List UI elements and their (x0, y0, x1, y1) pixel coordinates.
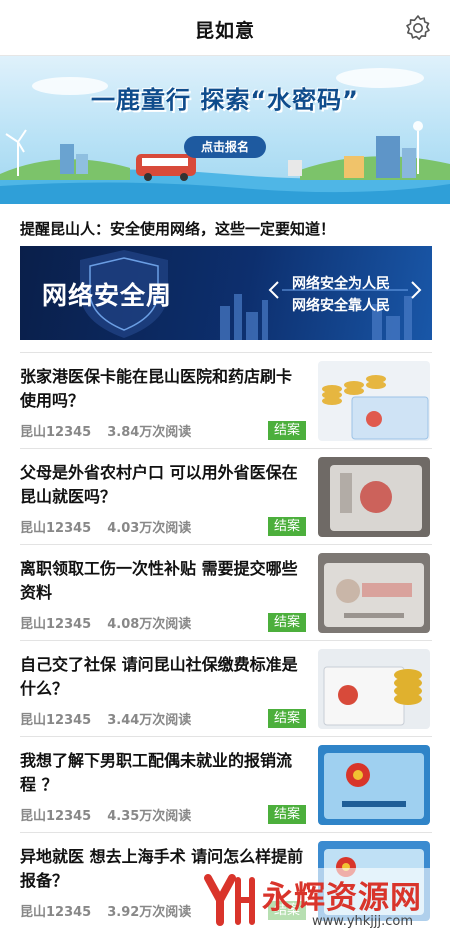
article-views: 4.35万次阅读 (107, 809, 192, 824)
article-item[interactable]: 我想了解下男职工配偶未就业的报销流程 ？ 昆山12345 4.35万次阅读 结案 (20, 736, 432, 832)
app-header: 昆如意 (0, 0, 450, 56)
notice-title[interactable]: 提醒昆山人：安全使用网络，这些一定要知道！ (20, 218, 440, 239)
article-thumbnail (318, 745, 430, 825)
cyber-banner-title: 网络安全周 (42, 281, 173, 310)
article-thumbnail (318, 649, 430, 729)
article-views: 4.03万次阅读 (107, 521, 192, 536)
article-source: 昆山12345 (20, 905, 92, 920)
status-badge: 结案 (268, 421, 306, 440)
signup-button[interactable]: 点击报名 (184, 136, 266, 158)
status-badge: 结案 (268, 613, 306, 632)
article-views: 3.84万次阅读 (107, 425, 192, 440)
article-thumbnail (318, 553, 430, 633)
watermark-url: www.yhkjjj.com (312, 914, 414, 929)
article-thumbnail (318, 457, 430, 537)
article-meta: 昆山12345 4.03万次阅读 (20, 517, 207, 536)
article-title: 我想了解下男职工配偶未就业的报销流程 ？ (20, 751, 293, 794)
article-item[interactable]: 父母是外省农村户口 可以用外省医保在昆山就医吗？ 昆山12345 4.03万次阅读… (20, 448, 432, 544)
watermark: 永辉资源网 www.yhkjjj.com (200, 868, 450, 936)
gear-icon[interactable] (404, 14, 432, 42)
article-item[interactable]: 张家港医保卡能在昆山医院和药店刷卡使用吗？ 昆山12345 3.84万次阅读 结案 (20, 352, 432, 448)
banner-slogan: 一鹿童行 探索“水密码” (91, 86, 359, 114)
article-views: 3.44万次阅读 (107, 713, 192, 728)
cyber-security-banner[interactable]: 网络安全周 网络安全为人民 网络安全靠人民 (20, 246, 432, 340)
article-views: 4.08万次阅读 (107, 617, 192, 632)
article-source: 昆山12345 (20, 809, 92, 824)
article-source: 昆山12345 (20, 521, 92, 536)
watermark-logo-icon (204, 874, 255, 926)
article-title: 张家港医保卡能在昆山医院和药店刷卡使用吗？ (20, 367, 293, 410)
watermark-text: 永辉资源网 (262, 880, 422, 916)
article-meta: 昆山12345 4.08万次阅读 (20, 613, 207, 632)
cyber-banner-line2: 网络安全靠人民 (292, 298, 390, 314)
status-badge: 结案 (268, 709, 306, 728)
article-title: 自己交了社保 请问昆山社保缴费标准是什么？ (20, 655, 298, 698)
status-badge: 结案 (268, 517, 306, 536)
article-title: 离职领取工伤一次性补贴 需要提交哪些资料 (20, 559, 298, 602)
status-badge: 结案 (268, 805, 306, 824)
article-meta: 昆山12345 4.35万次阅读 (20, 805, 207, 824)
article-item[interactable]: 离职领取工伤一次性补贴 需要提交哪些资料 昆山12345 4.08万次阅读 结案 (20, 544, 432, 640)
article-source: 昆山12345 (20, 425, 92, 440)
article-title: 父母是外省农村户口 可以用外省医保在昆山就医吗？ (20, 463, 298, 506)
article-meta: 昆山12345 3.84万次阅读 (20, 421, 207, 440)
article-meta: 昆山12345 3.44万次阅读 (20, 709, 207, 728)
article-source: 昆山12345 (20, 713, 92, 728)
article-meta: 昆山12345 3.92万次阅读 (20, 901, 207, 920)
banner-illustration (0, 68, 450, 204)
promo-banner[interactable]: 一鹿童行 探索“水密码” 点击报名 (0, 56, 450, 204)
page-title: 昆如意 (194, 20, 255, 42)
article-thumbnail (318, 361, 430, 441)
article-item[interactable]: 自己交了社保 请问昆山社保缴费标准是什么？ 昆山12345 3.44万次阅读 结案 (20, 640, 432, 736)
article-source: 昆山12345 (20, 617, 92, 632)
article-views: 3.92万次阅读 (107, 905, 192, 920)
cyber-banner-line1: 网络安全为人民 (292, 276, 390, 292)
